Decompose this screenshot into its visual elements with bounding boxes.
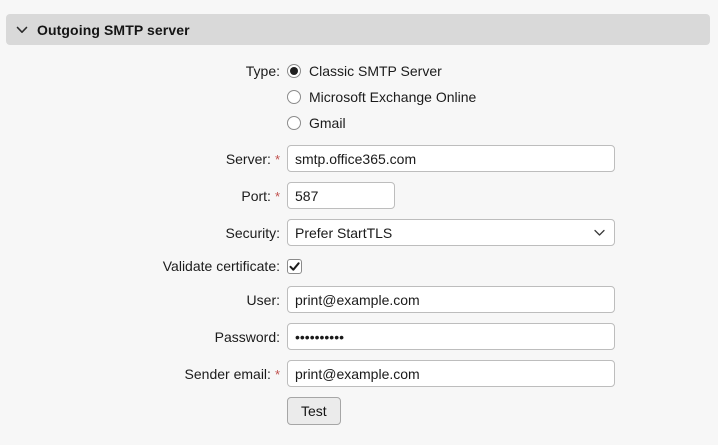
- test-button[interactable]: Test: [287, 397, 341, 425]
- security-label: Security:: [0, 225, 280, 241]
- radio-option-classic-smtp-server[interactable]: Classic SMTP Server: [287, 63, 476, 79]
- server-input[interactable]: [287, 145, 615, 172]
- type-label: Type:: [0, 63, 280, 79]
- required-asterisk: *: [275, 152, 280, 167]
- server-row: Server:*: [0, 145, 718, 172]
- validate-certificate-checkbox[interactable]: [287, 259, 302, 274]
- radio-option-microsoft-exchange-online[interactable]: Microsoft Exchange Online: [287, 89, 476, 105]
- radio-option-label: Microsoft Exchange Online: [309, 89, 476, 105]
- required-asterisk: *: [275, 367, 280, 382]
- radio-option-label: Gmail: [309, 115, 346, 131]
- required-asterisk: *: [275, 189, 280, 204]
- port-input[interactable]: [287, 182, 395, 209]
- server-label: Server:*: [0, 151, 280, 167]
- smtp-form: Type: Classic SMTP Server Microsoft Exch…: [0, 63, 718, 425]
- security-select-wrap: Prefer StartTLS: [287, 219, 615, 246]
- password-row: Password:: [0, 323, 718, 350]
- security-row: Security: Prefer StartTLS: [0, 219, 718, 246]
- user-label: User:: [0, 292, 280, 308]
- validate-certificate-label: Validate certificate:: [0, 258, 280, 274]
- section-title: Outgoing SMTP server: [37, 22, 190, 38]
- sender-email-input[interactable]: [287, 360, 615, 387]
- password-input[interactable]: [287, 323, 615, 350]
- password-label: Password:: [0, 329, 280, 345]
- section-header-outgoing-smtp[interactable]: Outgoing SMTP server: [6, 14, 710, 45]
- security-select[interactable]: Prefer StartTLS: [287, 219, 615, 246]
- radio-icon: [287, 64, 301, 78]
- radio-icon: [287, 116, 301, 130]
- radio-option-gmail[interactable]: Gmail: [287, 115, 476, 131]
- sender-email-row: Sender email:*: [0, 360, 718, 387]
- port-row: Port:*: [0, 182, 718, 209]
- radio-option-label: Classic SMTP Server: [309, 63, 442, 79]
- type-radio-group: Classic SMTP Server Microsoft Exchange O…: [287, 63, 476, 131]
- chevron-down-icon: [16, 26, 28, 34]
- port-label: Port:*: [0, 188, 280, 204]
- radio-icon: [287, 90, 301, 104]
- check-icon: [289, 261, 300, 272]
- user-row: User:: [0, 286, 718, 313]
- type-row: Type: Classic SMTP Server Microsoft Exch…: [0, 63, 718, 131]
- validate-certificate-row: Validate certificate:: [0, 256, 718, 276]
- test-row: Test: [0, 397, 718, 425]
- user-input[interactable]: [287, 286, 615, 313]
- sender-email-label: Sender email:*: [0, 366, 280, 382]
